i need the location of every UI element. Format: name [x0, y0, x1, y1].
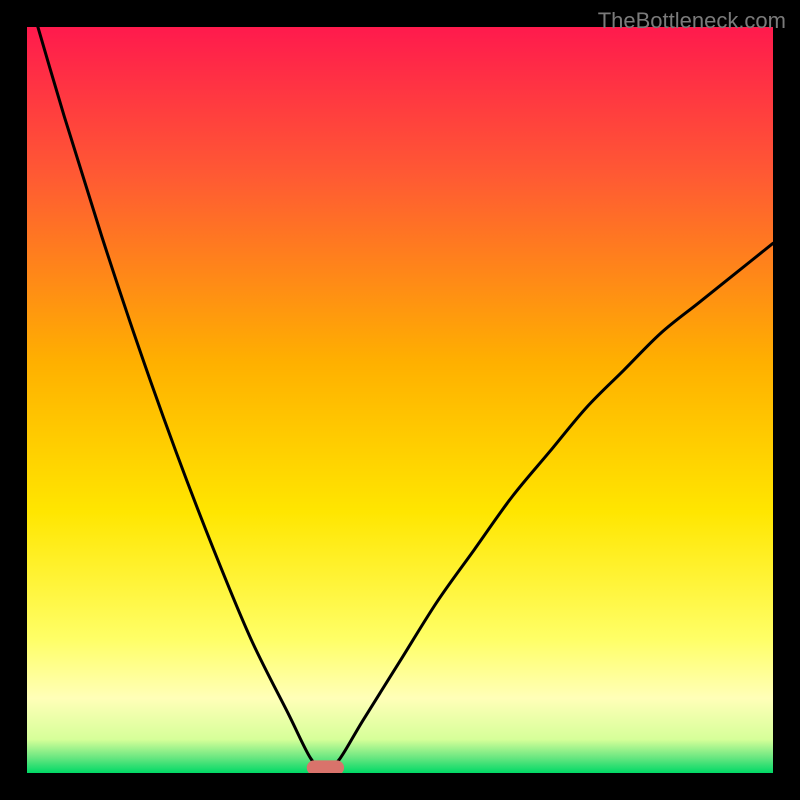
attribution-text: TheBottleneck.com [598, 8, 786, 34]
bottleneck-chart [27, 27, 773, 773]
chart-canvas [27, 27, 773, 773]
optimal-marker [307, 760, 344, 773]
